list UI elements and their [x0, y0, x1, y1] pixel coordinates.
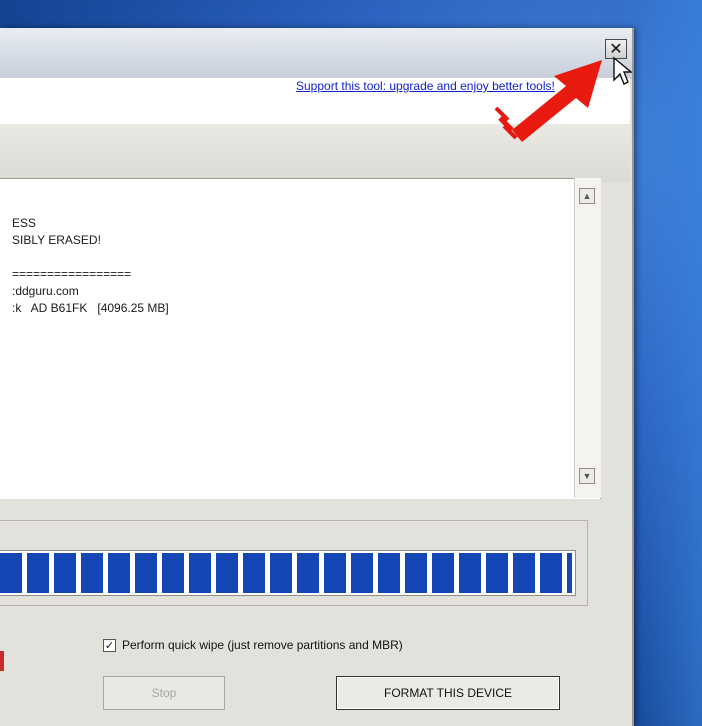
quick-wipe-label: Perform quick wipe (just remove partitio…: [122, 638, 403, 652]
log-line: :ddguru.com: [12, 284, 79, 298]
log-output[interactable]: ESS SIBLY ERASED! ================= :ddg…: [0, 178, 601, 499]
log-line: =================: [12, 267, 132, 281]
stop-button-label: Stop: [151, 686, 177, 700]
log-line: SIBLY ERASED!: [12, 233, 101, 247]
stop-button[interactable]: Stop: [103, 676, 225, 710]
red-arrow-icon: [494, 60, 602, 142]
scroll-up-icon[interactable]: ▲: [579, 188, 595, 204]
mouse-pointer-icon: [613, 56, 632, 85]
progress-bar: [0, 550, 576, 596]
quick-wipe-checkbox[interactable]: ✓: [103, 638, 116, 652]
format-button-label: FORMAT THIS DEVICE: [383, 686, 512, 700]
quick-wipe-option[interactable]: ✓ Perform quick wipe (just remove partit…: [103, 638, 403, 652]
status-mark: [0, 651, 4, 671]
log-line: :k AD B61FK [4096.25 MB]: [12, 301, 169, 315]
log-line: ESS: [12, 216, 37, 230]
scroll-down-icon[interactable]: ▼: [579, 468, 595, 484]
format-device-button[interactable]: FORMAT THIS DEVICE: [336, 676, 560, 710]
desktop-edge: [622, 0, 702, 726]
log-scrollbar[interactable]: ▲ ▼: [574, 178, 601, 498]
log-text: ESS SIBLY ERASED! ================= :ddg…: [12, 215, 169, 317]
progress-fill: [0, 553, 572, 593]
